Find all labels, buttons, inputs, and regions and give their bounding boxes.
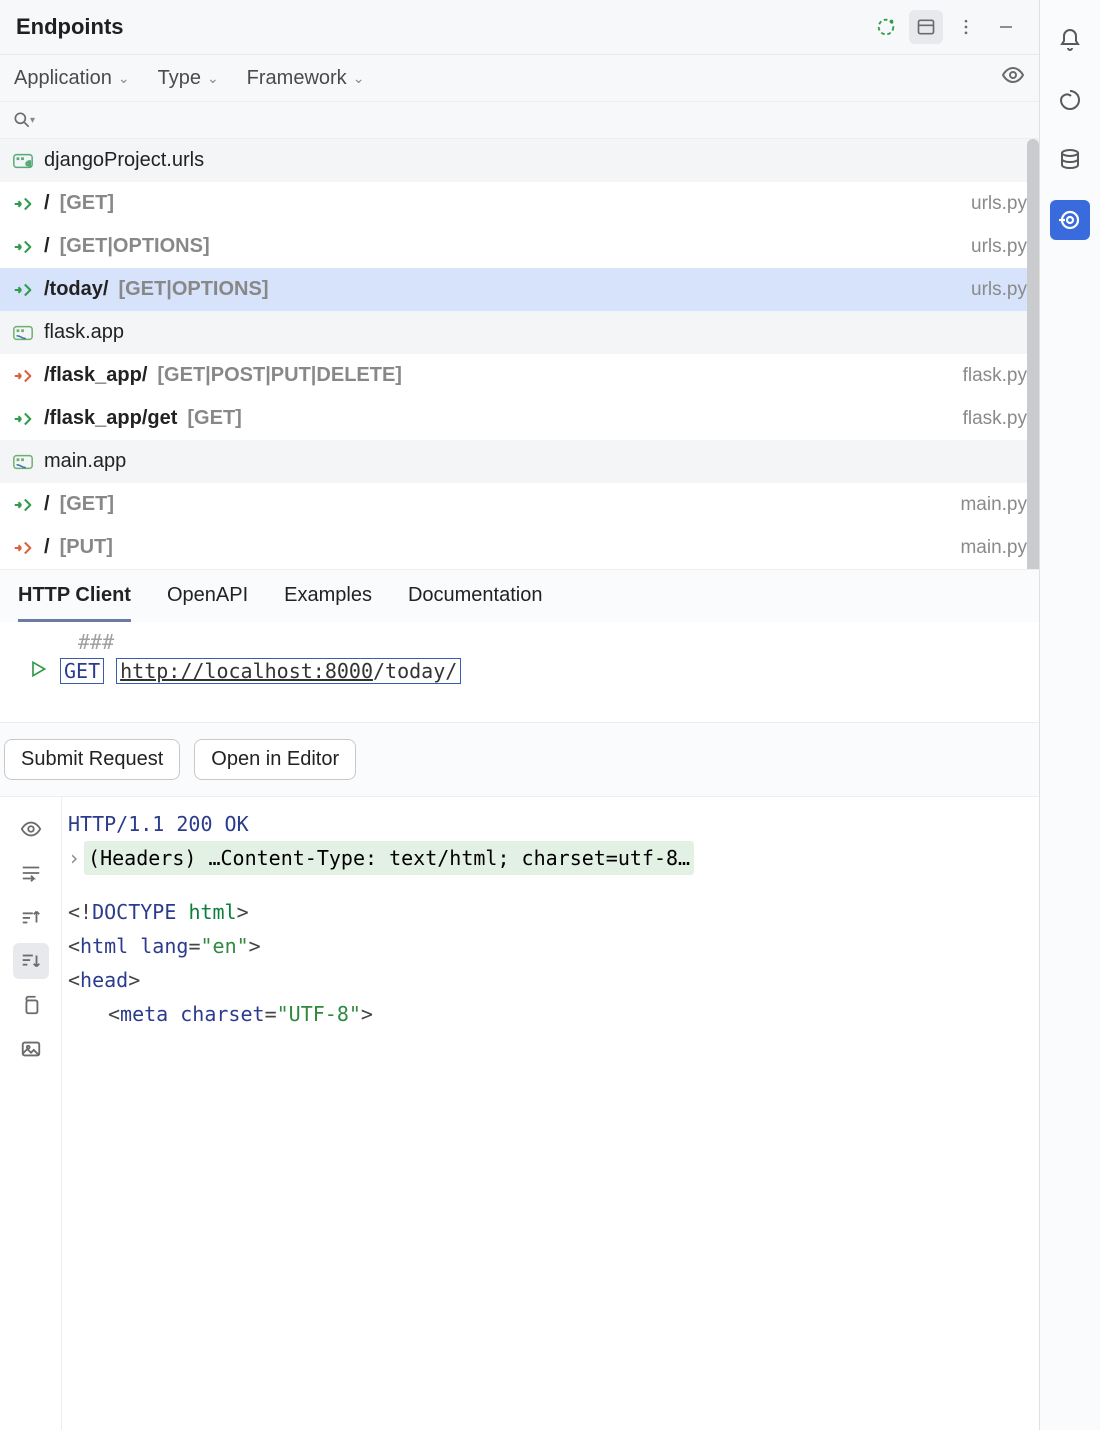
filter-framework[interactable]: Framework⌄ [247,67,365,90]
chevron-down-icon: ⌄ [353,70,365,87]
endpoint-row[interactable]: /flask_app/get [GET]flask.py [0,397,1039,440]
wrap-icon[interactable] [13,855,49,891]
filter-bar: Application⌄ Type⌄ Framework⌄ [0,55,1039,102]
chevron-down-icon: ⌄ [207,70,219,87]
swirl-icon[interactable] [1050,80,1090,120]
tab-examples[interactable]: Examples [284,584,372,622]
response-gutter [0,797,62,1430]
chevron-down-icon: ⌄ [118,70,130,87]
svg-text:dj: dj [26,160,31,167]
search-bar[interactable]: ▾ [0,102,1039,139]
sort-down-icon[interactable] [13,943,49,979]
scrollbar-thumb[interactable] [1027,139,1039,569]
detail-tabs: HTTP Client OpenAPI Examples Documentation [0,569,1039,622]
endpoint-row[interactable]: / [GET]urls.py [0,182,1039,225]
endpoint-list: djdjangoProject.urls/ [GET]urls.py/ [GET… [0,139,1039,569]
request-url[interactable]: http://localhost:8000/today/ [116,658,461,684]
endpoint-group-header[interactable]: flask.app [0,311,1039,354]
endpoint-row[interactable]: / [GET|OPTIONS]urls.py [0,225,1039,268]
endpoint-row[interactable]: /today/ [GET|OPTIONS]urls.py [0,268,1039,311]
request-separator: ### [28,630,114,654]
image-icon[interactable] [13,1031,49,1067]
right-rail [1040,0,1100,1430]
more-icon[interactable] [949,10,983,44]
tab-documentation[interactable]: Documentation [408,584,543,622]
endpoint-row[interactable]: /flask_app/ [GET|POST|PUT|DELETE]flask.p… [0,354,1039,397]
tab-openapi[interactable]: OpenAPI [167,584,248,622]
preview-icon[interactable] [13,811,49,847]
endpoints-icon[interactable] [1050,200,1090,240]
response-body[interactable]: HTTP/1.1 200 OK›(Headers) …Content-Type:… [62,797,1039,1430]
endpoint-group-header[interactable]: djdjangoProject.urls [0,139,1039,182]
submit-request-button[interactable]: Submit Request [4,739,180,780]
filter-type[interactable]: Type⌄ [158,67,219,90]
panel-title: Endpoints [16,14,124,40]
endpoint-row[interactable]: / [PUT]main.py [0,526,1039,569]
action-row: Submit Request Open in Editor [0,722,1039,797]
http-editor[interactable]: ### GET http://localhost:8000/today/ [0,622,1039,722]
sort-up-icon[interactable] [13,899,49,935]
tab-http-client[interactable]: HTTP Client [18,584,131,622]
eye-icon[interactable] [1001,63,1025,93]
filter-application[interactable]: Application⌄ [14,67,130,90]
search-icon[interactable]: ▾ [12,110,35,130]
response-area: HTTP/1.1 200 OK›(Headers) …Content-Type:… [0,797,1039,1430]
request-method[interactable]: GET [60,658,104,684]
open-in-editor-button[interactable]: Open in Editor [194,739,356,780]
titlebar: Endpoints [0,0,1039,55]
copy-icon[interactable] [13,987,49,1023]
database-icon[interactable] [1050,140,1090,180]
endpoint-row[interactable]: / [GET]main.py [0,483,1039,526]
refresh-icon[interactable] [869,10,903,44]
endpoint-group-header[interactable]: main.app [0,440,1039,483]
minimize-icon[interactable] [989,10,1023,44]
layout-icon[interactable] [909,10,943,44]
run-icon[interactable] [28,659,48,684]
notifications-icon[interactable] [1050,20,1090,60]
fold-icon[interactable]: › [68,841,80,875]
